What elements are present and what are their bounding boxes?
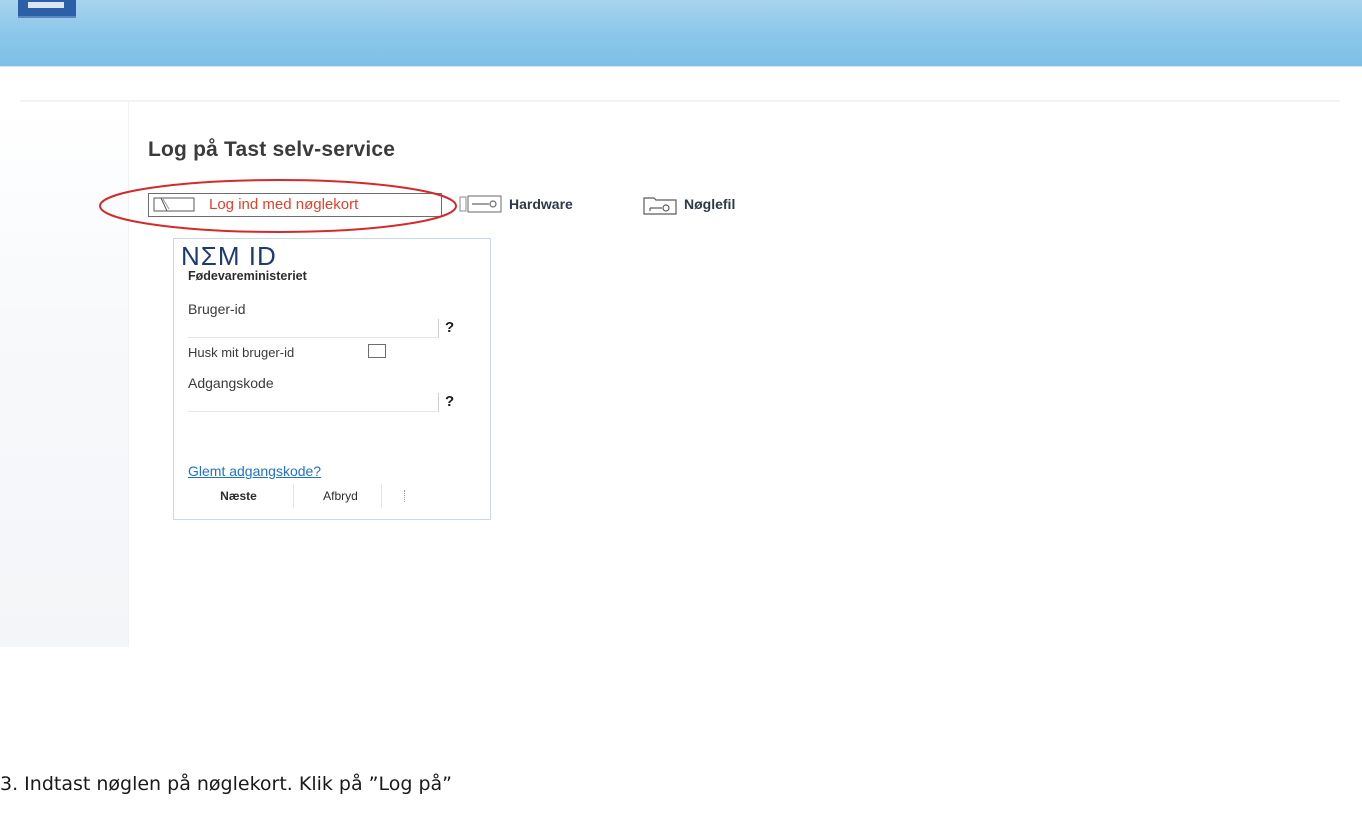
- header-logo[interactable]: [18, 0, 76, 18]
- nemid-login-box: NΣM ID Fødevareministeriet Bruger-id ? H…: [173, 238, 491, 520]
- remember-user-checkbox[interactable]: [368, 344, 386, 358]
- forgot-password-link[interactable]: Glemt adgangskode?: [188, 463, 321, 479]
- tab-keyfile-label: Nøglefil: [684, 196, 736, 212]
- password-input[interactable]: [188, 393, 439, 412]
- card-icon: [153, 197, 195, 212]
- nemid-logo: NΣM ID: [181, 241, 277, 271]
- divider: [20, 100, 1340, 102]
- user-id-input[interactable]: [188, 319, 439, 338]
- password-label: Adgangskode: [188, 375, 274, 391]
- button-divider: [404, 490, 406, 502]
- user-id-label: Bruger-id: [188, 301, 246, 317]
- tab-keycard[interactable]: Log ind med nøglekort: [148, 193, 442, 217]
- left-panel: [0, 102, 129, 647]
- user-id-help-icon[interactable]: ?: [445, 319, 454, 336]
- page-title: Log på Tast selv-service: [148, 138, 396, 161]
- tab-keycard-label: Log ind med nøglekort: [209, 196, 359, 213]
- key-file-icon: [643, 197, 677, 215]
- cancel-button[interactable]: Afbryd: [300, 484, 382, 508]
- remember-user-label: Husk mit bruger-id: [188, 345, 295, 360]
- tab-hardware-label: Hardware: [509, 196, 573, 212]
- organization-name: Fødevareministeriet: [188, 269, 307, 283]
- next-button[interactable]: Næste: [184, 484, 294, 508]
- header-logo-mark: [28, 2, 64, 8]
- password-help-icon[interactable]: ?: [445, 393, 454, 410]
- instruction-caption: 3. Indtast nøglen på nøglekort. Klik på …: [0, 773, 453, 795]
- hardware-key-icon: [459, 195, 502, 213]
- header-bar: [0, 0, 1362, 67]
